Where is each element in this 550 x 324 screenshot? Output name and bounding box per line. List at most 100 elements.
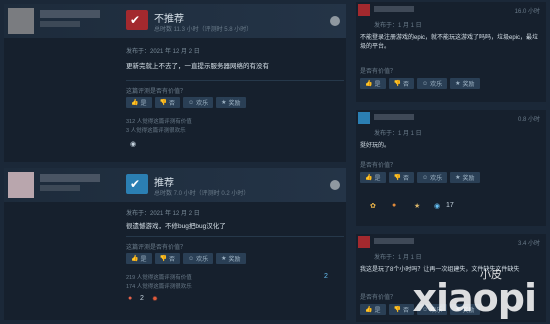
vote-yes-button[interactable]: 👍 是	[126, 253, 152, 264]
award-button[interactable]: ★ 奖励	[450, 78, 480, 89]
award-badge-icon[interactable]: ◉	[130, 140, 136, 148]
vote-no-button[interactable]: 👎 否	[154, 253, 180, 264]
award-badge-icon[interactable]: ◉	[434, 202, 440, 210]
comment-posted-date: 发布于：1 月 1 日	[374, 23, 422, 29]
award-label: 奖励	[462, 82, 475, 88]
thumbs-down-icon: 👎	[159, 256, 167, 262]
smile-icon: ☺	[188, 255, 195, 262]
thumbs-down-icon: 👎	[393, 81, 401, 87]
user-subtext-blurred	[40, 21, 80, 27]
review-card: ✔ 不推荐 总时数 11.3 小时（评测时 5.8 小时） 发布于：2021 年…	[4, 4, 346, 162]
award-icon: ★	[455, 175, 461, 181]
vote-funny-label: 欢乐	[430, 176, 443, 182]
award-badge-icon[interactable]: ★	[414, 202, 420, 210]
vote-yes-button[interactable]: 👍 是	[126, 97, 152, 108]
comment-text: 我这是玩了8个小时吗？让再一次组建失，文件缺失文件缺失	[360, 267, 520, 273]
helpful-count: 219 人觉得这篇评测有价值	[126, 275, 192, 281]
steam-icon[interactable]	[330, 180, 340, 190]
username-blurred[interactable]	[40, 174, 100, 182]
comment-count[interactable]: 2	[324, 273, 328, 280]
thumbs-up-icon: 👍	[131, 256, 139, 262]
smile-icon: ☺	[422, 174, 429, 181]
award-badge-icon[interactable]: ✹	[152, 295, 158, 303]
vote-no-button[interactable]: 👎 否	[388, 304, 414, 315]
comment-text: 挺好玩的。	[360, 143, 391, 149]
award-badge-icon[interactable]: ●	[392, 202, 396, 209]
thumbs-down-icon: 👎	[393, 307, 401, 313]
vote-funny-button[interactable]: ☺ 欢乐	[417, 172, 448, 183]
review-body: 更新完就上不去了，一直提示服务器网络的有没有	[126, 63, 269, 70]
commenter-name-blurred[interactable]	[374, 238, 414, 244]
vote-buttons: 👍 是 👎 否 ☺ 欢乐 ★ 奖励	[126, 253, 246, 264]
award-button[interactable]: ★ 奖励	[216, 253, 246, 264]
commenter-name-blurred[interactable]	[374, 114, 414, 120]
vote-no-button[interactable]: 👎 否	[154, 97, 180, 108]
vote-buttons: 👍 是 👎 否 ☺ 欢乐 ★ 奖励	[126, 97, 246, 108]
helpful-question: 这篇评测是否有价值？	[126, 89, 187, 95]
review-posted-date: 发布于：2021 年 12 月 2 日	[126, 49, 200, 55]
helpful-count: 312 人觉得这篇评测有价值	[126, 119, 192, 125]
smile-icon: ☺	[422, 80, 429, 87]
vote-funny-label: 欢乐	[196, 257, 209, 263]
review-header: ✔ 推荐 总时数 7.0 小时（评测时 0.2 小时）	[4, 168, 346, 202]
vote-yes-label: 是	[374, 308, 381, 314]
vote-funny-button[interactable]: ☺ 欢乐	[417, 78, 448, 89]
helpful-question: 这篇评测是否有价值？	[126, 245, 187, 251]
commenter-name-blurred[interactable]	[374, 6, 414, 12]
vote-yes-button[interactable]: 👍 是	[360, 78, 386, 89]
vote-funny-button[interactable]: ☺ 欢乐	[183, 97, 214, 108]
divider	[126, 236, 344, 237]
award-icon: ★	[221, 256, 227, 262]
thumbs-up-icon: 👍	[365, 175, 373, 181]
comment-header: 3.4 小时	[356, 234, 546, 250]
review-verdict: 不推荐	[154, 14, 184, 25]
award-badge-icon[interactable]: ●	[128, 295, 132, 302]
thumbs-up-icon: 👍	[131, 100, 139, 106]
thumbs-down-icon: ✔	[126, 10, 148, 30]
vote-no-button[interactable]: 👎 否	[388, 172, 414, 183]
vote-no-button[interactable]: 👎 否	[388, 78, 414, 89]
avatar[interactable]	[8, 8, 34, 34]
vote-funny-label: 欢乐	[430, 82, 443, 88]
smile-icon: ☺	[188, 99, 195, 106]
thumbs-up-icon: ✔	[126, 174, 148, 194]
vote-yes-label: 是	[374, 176, 381, 182]
review-posted-date: 发布于：2021 年 12 月 2 日	[126, 211, 200, 217]
comment-posted-date: 发布于：1 月 1 日	[374, 131, 422, 137]
thumbs-down-icon: 👎	[159, 100, 167, 106]
reviews-column: ✔ 不推荐 总时数 11.3 小时（评测时 5.8 小时） 发布于：2021 年…	[0, 0, 350, 324]
award-badge-icon[interactable]: ✿	[370, 202, 376, 210]
helpful-question: 是否有价值？	[360, 163, 397, 169]
thumbs-up-icon: 👍	[365, 307, 373, 313]
review-header: ✔ 不推荐 总时数 11.3 小时（评测时 5.8 小时）	[4, 4, 346, 38]
funny-count: 174 人觉得这篇评测很欢乐	[126, 284, 192, 290]
award-button[interactable]: ★ 奖励	[216, 97, 246, 108]
vote-funny-button[interactable]: ☺ 欢乐	[183, 253, 214, 264]
steam-icon[interactable]	[330, 16, 340, 26]
divider	[126, 80, 344, 81]
comment-posted-date: 发布于：1 月 1 日	[374, 255, 422, 261]
vote-no-label: 否	[402, 82, 409, 88]
award-button[interactable]: ★ 奖励	[450, 172, 480, 183]
avatar[interactable]	[8, 172, 34, 198]
review-hours: 总时数 11.3 小时（评测时 5.8 小时）	[154, 27, 253, 33]
username-blurred[interactable]	[40, 10, 100, 18]
vote-yes-label: 是	[140, 101, 147, 107]
vote-yes-button[interactable]: 👍 是	[360, 304, 386, 315]
award-icon: ★	[455, 81, 461, 87]
award-label: 奖励	[228, 101, 241, 107]
award-count: 17	[446, 202, 454, 209]
thumbs-up-icon: 👍	[365, 81, 373, 87]
vote-funny-label: 欢乐	[196, 101, 209, 107]
vote-buttons: 👍 是 👎 否 ☺ 欢乐 ★ 奖励	[360, 172, 480, 183]
award-icon: ★	[221, 100, 227, 106]
review-verdict: 推荐	[154, 178, 174, 189]
award-count: 2	[140, 295, 144, 302]
thumbs-up-icon	[358, 112, 370, 124]
user-subtext-blurred	[40, 185, 80, 191]
vote-yes-button[interactable]: 👍 是	[360, 172, 386, 183]
comment-header: 0.8 小时	[356, 110, 546, 126]
vote-no-label: 否	[168, 257, 175, 263]
watermark-logo: xiaopi	[412, 276, 537, 320]
vote-yes-label: 是	[140, 257, 147, 263]
